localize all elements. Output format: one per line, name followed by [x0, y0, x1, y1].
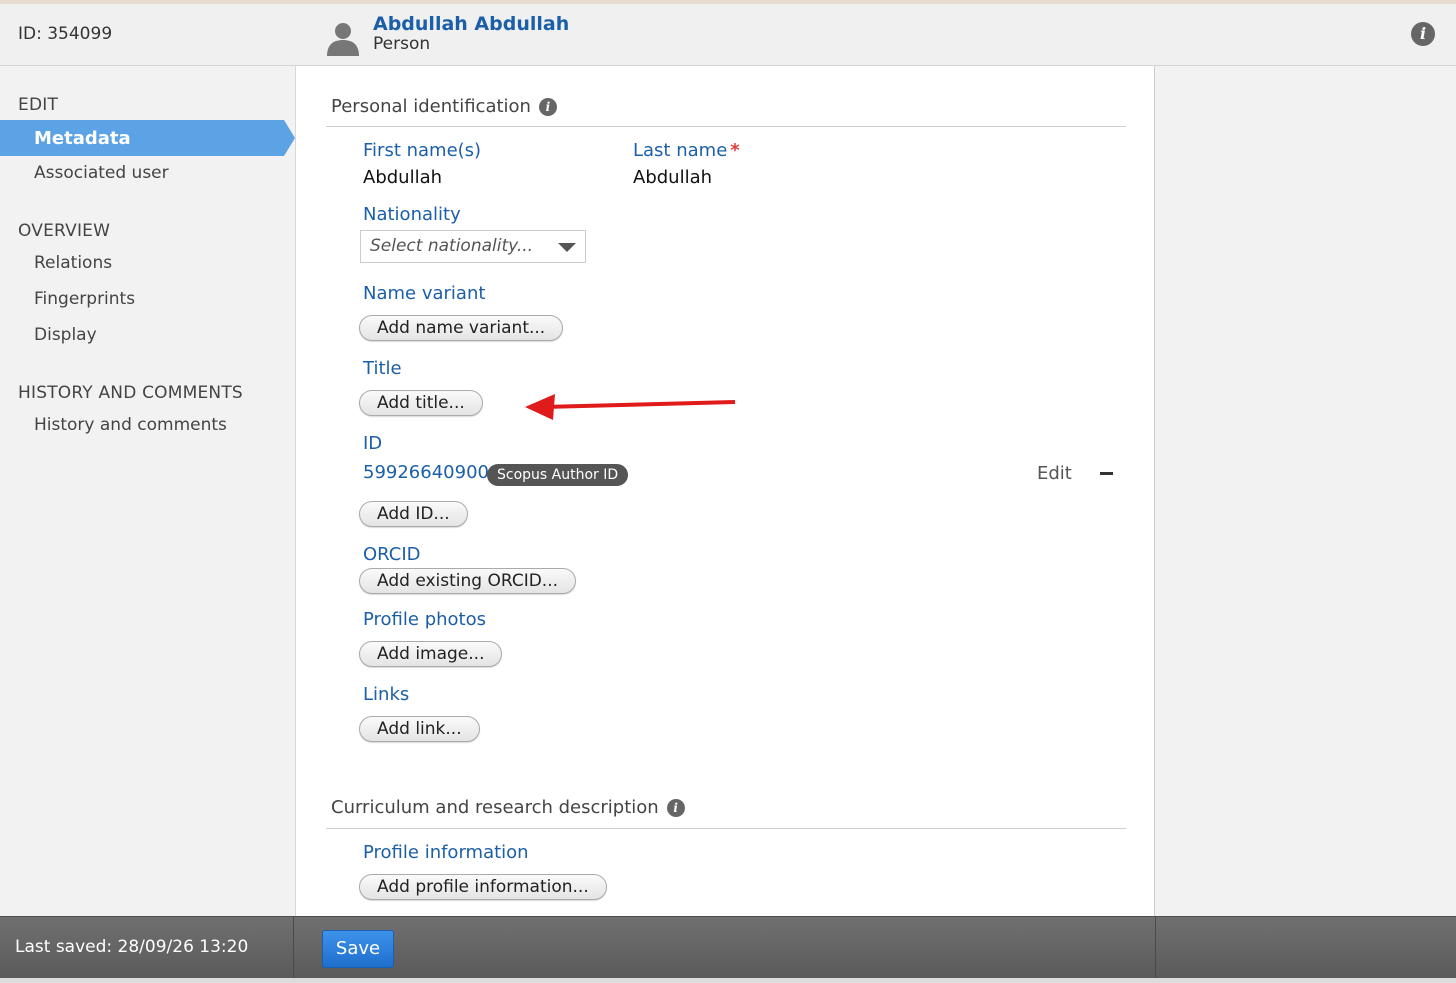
- sidebar-section-history: HISTORY AND COMMENTS: [18, 383, 243, 403]
- nationality-select[interactable]: Select nationality...: [360, 230, 586, 263]
- annotation-arrow-icon: [525, 394, 736, 420]
- chevron-down-icon: [558, 243, 576, 252]
- orcid-label: ORCID: [363, 544, 421, 565]
- help-icon[interactable]: i: [666, 799, 685, 817]
- profile-information-label: Profile information: [363, 842, 529, 863]
- section-divider: [326, 126, 1126, 127]
- section-title: Curriculum and research description: [331, 797, 659, 818]
- content-type: Person: [373, 34, 431, 54]
- add-name-variant-button[interactable]: Add name variant...: [359, 315, 564, 341]
- nationality-placeholder: Select nationality...: [370, 236, 534, 256]
- sidebar-item-metadata[interactable]: Metadata: [0, 120, 295, 156]
- person-icon: [327, 23, 359, 56]
- first-name-value: Abdullah: [363, 167, 443, 188]
- sidebar-item-display[interactable]: Display: [34, 325, 97, 345]
- remove-icon[interactable]: [1100, 472, 1113, 475]
- page-header: ID: 354099 Abdullah Abdullah Person i: [0, 4, 1456, 66]
- footer-bar: Last saved: 28/09/26 13:20 Save: [0, 916, 1456, 979]
- help-icon[interactable]: i: [538, 98, 557, 116]
- footer-divider: [1155, 917, 1156, 979]
- add-id-button[interactable]: Add ID...: [359, 501, 468, 527]
- person-name[interactable]: Abdullah Abdullah: [373, 13, 569, 35]
- sidebar-item-relations[interactable]: Relations: [34, 253, 112, 273]
- name-variant-label: Name variant: [363, 283, 486, 304]
- nationality-label: Nationality: [363, 204, 461, 225]
- id-label: ID: [363, 433, 383, 454]
- section-curriculum: Curriculum and research description i: [331, 797, 685, 818]
- info-icon[interactable]: i: [1411, 22, 1435, 46]
- required-icon: *: [730, 140, 740, 161]
- record-id: ID: 354099: [18, 24, 113, 44]
- links-label: Links: [363, 684, 410, 705]
- last-name-value: Abdullah: [633, 167, 713, 188]
- section-title: Personal identification: [331, 96, 531, 117]
- add-profile-information-button[interactable]: Add profile information...: [359, 874, 607, 900]
- id-type-badge: Scopus Author ID: [487, 464, 629, 486]
- sidebar-item-history-and-comments[interactable]: History and comments: [34, 415, 227, 435]
- title-label: Title: [363, 358, 402, 379]
- profile-photos-label: Profile photos: [363, 609, 486, 630]
- sidebar-item-associated-user[interactable]: Associated user: [34, 163, 169, 183]
- sidebar: EDIT Metadata Associated user OVERVIEW R…: [0, 66, 295, 916]
- last-name-label: Last name *: [633, 140, 740, 161]
- edit-id-link[interactable]: Edit: [1037, 463, 1072, 484]
- last-saved-status: Last saved: 28/09/26 13:20: [15, 937, 249, 957]
- add-orcid-button[interactable]: Add existing ORCID...: [359, 568, 577, 594]
- add-image-button[interactable]: Add image...: [359, 641, 503, 667]
- main-form: Personal identification i First name(s) A…: [295, 66, 1155, 916]
- save-button[interactable]: Save: [322, 930, 394, 968]
- add-link-button[interactable]: Add link...: [359, 716, 480, 742]
- sidebar-section-overview: OVERVIEW: [18, 221, 111, 241]
- section-divider: [326, 828, 1126, 829]
- section-personal-identification: Personal identification i: [331, 96, 557, 117]
- right-pane: [1155, 66, 1456, 916]
- add-title-button[interactable]: Add title...: [359, 390, 483, 416]
- bottom-strip: [0, 978, 1456, 983]
- first-name-label: First name(s): [363, 140, 482, 161]
- id-value[interactable]: 59926640900: [363, 462, 489, 483]
- footer-divider: [293, 917, 294, 979]
- sidebar-section-edit: EDIT: [18, 95, 59, 115]
- last-name-label-text: Last name: [633, 140, 728, 161]
- sidebar-item-fingerprints[interactable]: Fingerprints: [34, 289, 135, 309]
